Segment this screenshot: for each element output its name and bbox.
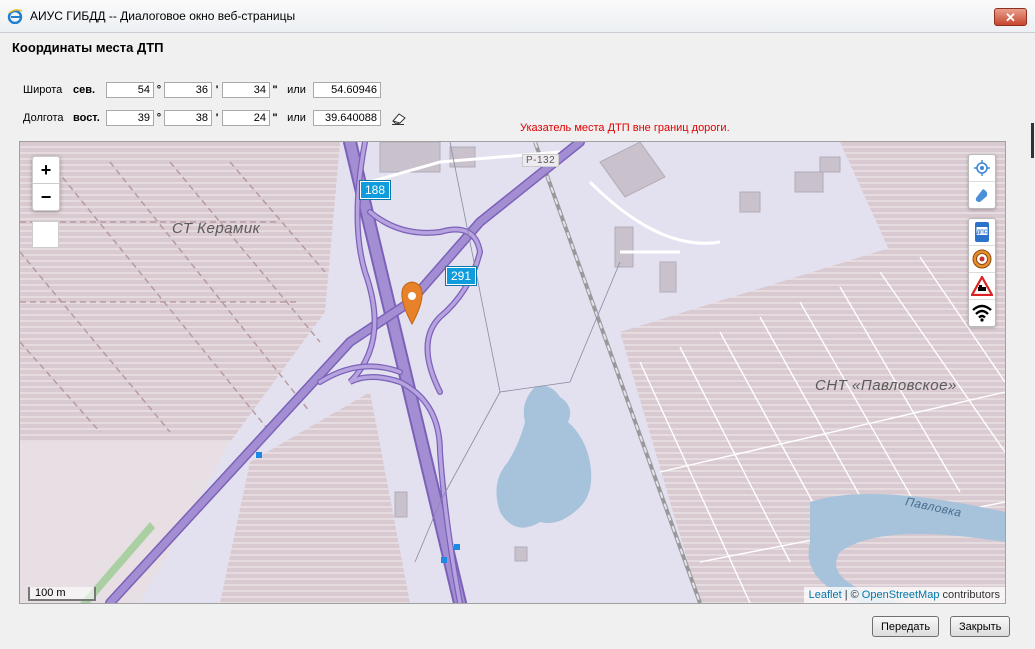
map-label-snt-pavlovskoe: СНТ «Павловское»	[815, 377, 957, 394]
map-tools-control	[968, 154, 996, 209]
warning-message: Указатель места ДТП вне границ дороги.	[520, 122, 730, 134]
longitude-direction: вост.	[73, 112, 100, 124]
attribution-contributors: contributors	[942, 589, 1000, 601]
wifi-layer-button[interactable]	[969, 299, 995, 326]
latitude-row: Широта сев. ° ' " или	[23, 80, 381, 100]
railway-crossing-sign-icon	[971, 276, 993, 296]
latitude-decimal-input[interactable]	[313, 82, 381, 98]
wifi-icon	[972, 304, 992, 322]
latitude-minutes-input[interactable]	[164, 82, 212, 98]
longitude-decimal-input[interactable]	[313, 110, 381, 126]
locate-icon	[974, 160, 990, 176]
scrollbar-thumb[interactable]	[1031, 123, 1034, 158]
minute-symbol: '	[215, 112, 219, 124]
window-title: АИУС ГИБДД -- Диалоговое окно веб-страни…	[30, 9, 296, 23]
layers-button[interactable]	[969, 181, 995, 208]
map-tiles	[20, 142, 1005, 603]
road-shield-291: 291	[446, 267, 477, 285]
page-title: Координаты места ДТП	[12, 40, 164, 55]
road-shield-188: 188	[360, 181, 391, 199]
degree-symbol: °	[156, 112, 162, 124]
second-symbol: "	[272, 84, 278, 96]
latitude-degrees-input[interactable]	[106, 82, 154, 98]
latitude-direction: сев.	[73, 84, 96, 96]
longitude-minutes-input[interactable]	[164, 110, 212, 126]
or-label: или	[287, 112, 306, 124]
latitude-seconds-input[interactable]	[222, 82, 270, 98]
map-scale: 100 m	[28, 587, 96, 601]
minute-symbol: '	[215, 84, 219, 96]
railway-crossing-layer-button[interactable]	[969, 272, 995, 299]
map-label-road-p132: Р-132	[522, 154, 560, 167]
map-blank-control[interactable]	[32, 221, 59, 248]
gibdd-layer-button[interactable]	[969, 245, 995, 272]
second-symbol: "	[272, 112, 278, 124]
dps-icon: ДПС	[975, 222, 989, 242]
layers-icon	[975, 189, 988, 202]
leaflet-link[interactable]: Leaflet	[809, 589, 842, 601]
close-button[interactable]: Закрыть	[950, 616, 1011, 637]
map-label-st-keramik: СТ Керамик	[172, 220, 261, 237]
svg-text:ДПС: ДПС	[977, 230, 988, 236]
longitude-seconds-input[interactable]	[222, 110, 270, 126]
or-label: или	[287, 84, 306, 96]
attribution-separator: | ©	[844, 589, 859, 601]
gibdd-emblem-icon	[972, 249, 992, 269]
zoom-control: + −	[32, 156, 60, 211]
locate-button[interactable]	[969, 155, 995, 181]
eraser-icon[interactable]	[391, 111, 407, 125]
zoom-out-button[interactable]: −	[33, 183, 59, 210]
longitude-row: Долгота вост. ° ' " или	[23, 108, 407, 128]
openstreetmap-link[interactable]: OpenStreetMap	[862, 589, 940, 601]
degree-symbol: °	[156, 84, 162, 96]
dps-layer-button[interactable]: ДПС	[969, 219, 995, 245]
latitude-label: Широта	[23, 84, 63, 96]
map-view[interactable]: СТ Керамик СНТ «Павловское» Павловка Р-1…	[19, 141, 1006, 604]
longitude-label: Долгота	[23, 112, 64, 124]
map-layers-control: ДПС	[968, 218, 996, 327]
map-attribution: Leaflet | © OpenStreetMap contributors	[803, 587, 1005, 603]
window-close-button[interactable]: ✕	[994, 8, 1027, 26]
internet-explorer-icon	[7, 9, 23, 24]
zoom-in-button[interactable]: +	[33, 157, 59, 183]
window-titlebar: АИУС ГИБДД -- Диалоговое окно веб-страни…	[0, 0, 1035, 33]
dialog-content: Координаты места ДТП Широта сев. ° ' " и…	[1, 33, 1034, 648]
submit-button[interactable]: Передать	[872, 616, 940, 637]
longitude-degrees-input[interactable]	[106, 110, 154, 126]
